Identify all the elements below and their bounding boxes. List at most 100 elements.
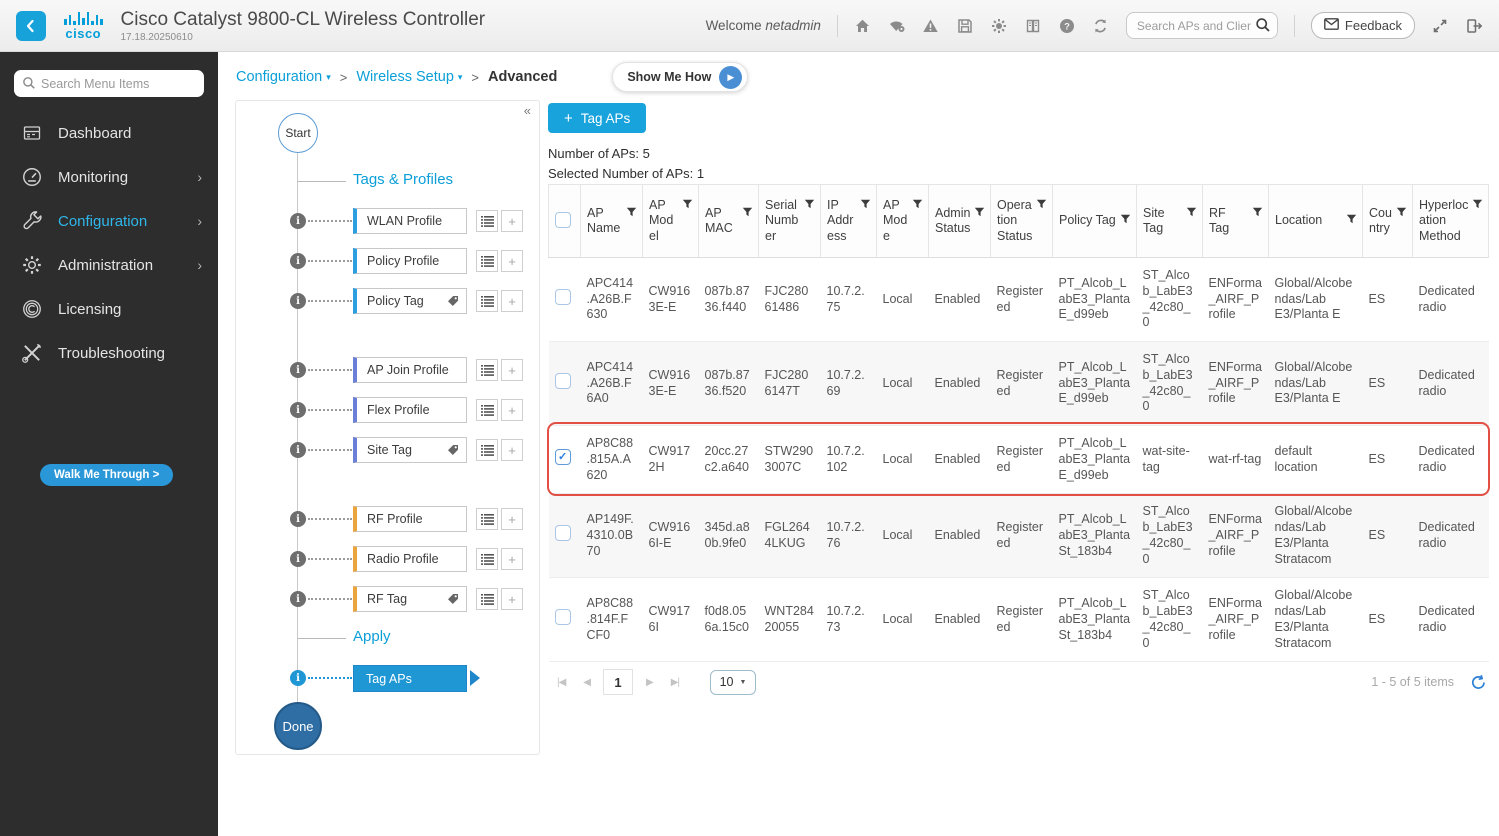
wizard-step-rf-profile[interactable]: RF Profile [353,506,467,532]
tag-aps-button[interactable]: + Tag APs [548,103,647,133]
info-icon[interactable]: i [290,670,306,686]
ap-table-row[interactable]: APC414.A26B.F6A0 CW9163E-E 087b.8736.f520 F… [548,341,1489,426]
row-checkbox[interactable] [554,373,571,390]
logout-icon[interactable] [1465,17,1483,35]
filter-icon[interactable] [1186,207,1197,222]
back-button[interactable] [16,10,46,41]
wizard-step-policy-tag[interactable]: Policy Tag [353,288,467,314]
breadcrumb-configuration[interactable]: Configuration ▾ [236,69,331,85]
wizard-step-rf-tag[interactable]: RF Tag [353,586,467,612]
add-policy-profile-button[interactable]: + [501,250,523,272]
add-ap-join-profile-button[interactable]: + [501,359,523,381]
info-icon[interactable]: i [290,293,306,309]
collapse-panel-icon[interactable]: « [524,103,531,118]
select-all-checkbox[interactable] [555,211,571,228]
alerts-icon[interactable] [922,17,940,35]
show-me-how-button[interactable]: Show Me How ▶ [612,62,749,92]
list-policy-tag-button[interactable] [476,290,498,312]
wizard-step-wlan-profile[interactable]: WLAN Profile [353,208,467,234]
add-policy-tag-button[interactable]: + [501,290,523,312]
wizard-step-radio-profile[interactable]: Radio Profile [353,546,467,572]
wireless-settings-icon[interactable] [888,17,906,35]
info-icon[interactable]: i [290,551,306,567]
next-page-icon[interactable]: ▶ [646,677,654,688]
sidebar-item-administration[interactable]: Administration › [0,243,218,287]
prev-page-icon[interactable]: ◀ [583,677,591,688]
filter-icon[interactable] [742,207,753,222]
save-icon[interactable] [956,17,974,35]
add-wlan-profile-button[interactable]: + [501,210,523,232]
info-icon[interactable]: i [290,402,306,418]
sidebar-item-monitoring[interactable]: Monitoring › [0,155,218,199]
wizard-step-flex-profile[interactable]: Flex Profile [353,397,467,423]
sidebar-item-troubleshooting[interactable]: Troubleshooting [0,331,218,375]
info-icon[interactable]: i [290,362,306,378]
list-wlan-profile-button[interactable] [476,210,498,232]
page-size-select[interactable]: 10 ▼ [710,669,756,695]
list-ap-join-profile-button[interactable] [476,359,498,381]
row-checkbox[interactable] [554,449,571,466]
info-icon[interactable]: i [290,213,306,229]
wizard-step-site-tag[interactable]: Site Tag [353,437,467,463]
step-label: Policy Profile [367,254,440,268]
info-icon[interactable]: i [290,253,306,269]
audit-icon[interactable] [1024,17,1042,35]
filter-icon[interactable] [974,207,985,222]
row-checkbox[interactable] [554,525,571,542]
column-header-serial-number: Serial Number [758,184,821,258]
cell-value: 10.7.2.73 [820,577,877,663]
search-menu-input[interactable] [14,70,204,97]
wizard-step-ap-join-profile[interactable]: AP Join Profile [353,357,467,383]
wizard-step-tag-aps[interactable]: Tag APs [353,665,467,692]
filter-icon[interactable] [626,207,637,222]
last-page-icon[interactable]: ▶| [671,677,680,688]
sidebar-item-configuration[interactable]: Configuration › [0,199,218,243]
sync-icon[interactable] [1092,17,1110,35]
info-icon[interactable]: i [290,591,306,607]
row-checkbox[interactable] [554,289,571,306]
fullscreen-icon[interactable] [1431,17,1449,35]
walk-me-through-button[interactable]: Walk Me Through > [40,464,174,486]
ap-table-row[interactable]: AP8C88.815A.A620CW9172H20cc.27c2.a640STW… [548,425,1489,495]
filter-icon[interactable] [1396,207,1407,222]
list-rf-tag-button[interactable] [476,588,498,610]
add-flex-profile-button[interactable]: + [501,399,523,421]
first-page-icon[interactable]: |◀ [557,677,566,688]
add-rf-profile-button[interactable]: + [501,508,523,530]
wizard-step-policy-profile[interactable]: Policy Profile [353,248,467,274]
filter-icon[interactable] [1346,214,1357,229]
list-site-tag-button[interactable] [476,439,498,461]
info-icon[interactable]: i [290,442,306,458]
filter-icon[interactable] [804,199,815,214]
filter-icon[interactable] [860,199,871,214]
ap-table-wrap: AP Name AP Model AP MAC Serial Number IP Add… [547,184,1490,663]
add-radio-profile-button[interactable]: + [501,548,523,570]
add-rf-tag-button[interactable]: + [501,588,523,610]
filter-icon[interactable] [1036,199,1047,214]
add-site-tag-button[interactable]: + [501,439,523,461]
help-icon[interactable]: ? [1058,17,1076,35]
filter-icon[interactable] [1472,199,1483,214]
filter-icon[interactable] [1252,207,1263,222]
filter-icon[interactable] [1120,214,1131,229]
settings-icon[interactable] [990,17,1008,35]
list-flex-profile-button[interactable] [476,399,498,421]
row-checkbox[interactable] [554,609,571,626]
info-icon[interactable]: i [290,511,306,527]
sidebar-item-dashboard[interactable]: Dashboard [0,111,218,155]
wizard-done-button[interactable]: Done [274,702,322,750]
ap-table-row[interactable]: APC414.A26B.F630 CW9163E-E 087b.8736.f440 F… [548,257,1489,342]
feedback-button[interactable]: Feedback [1310,12,1415,39]
list-policy-profile-button[interactable] [476,250,498,272]
list-radio-profile-button[interactable] [476,548,498,570]
ap-table-row[interactable]: AP8C88.814F.FCF0 CW9176I f0d8.056a.15c0 WNT… [548,577,1489,663]
cell-value: 10.7.2.69 [820,341,877,426]
sidebar-item-licensing[interactable]: Licensing [0,287,218,331]
breadcrumb-wireless-setup[interactable]: Wireless Setup ▾ [356,69,462,85]
ap-table-row[interactable]: AP149F.4310.0B70 CW9166I-E 345d.a80b.9fe0 F… [548,493,1489,579]
filter-icon[interactable] [912,199,923,214]
list-rf-profile-button[interactable] [476,508,498,530]
home-icon[interactable] [854,17,872,35]
filter-icon[interactable] [682,199,693,214]
refresh-table-icon[interactable] [1470,674,1487,691]
